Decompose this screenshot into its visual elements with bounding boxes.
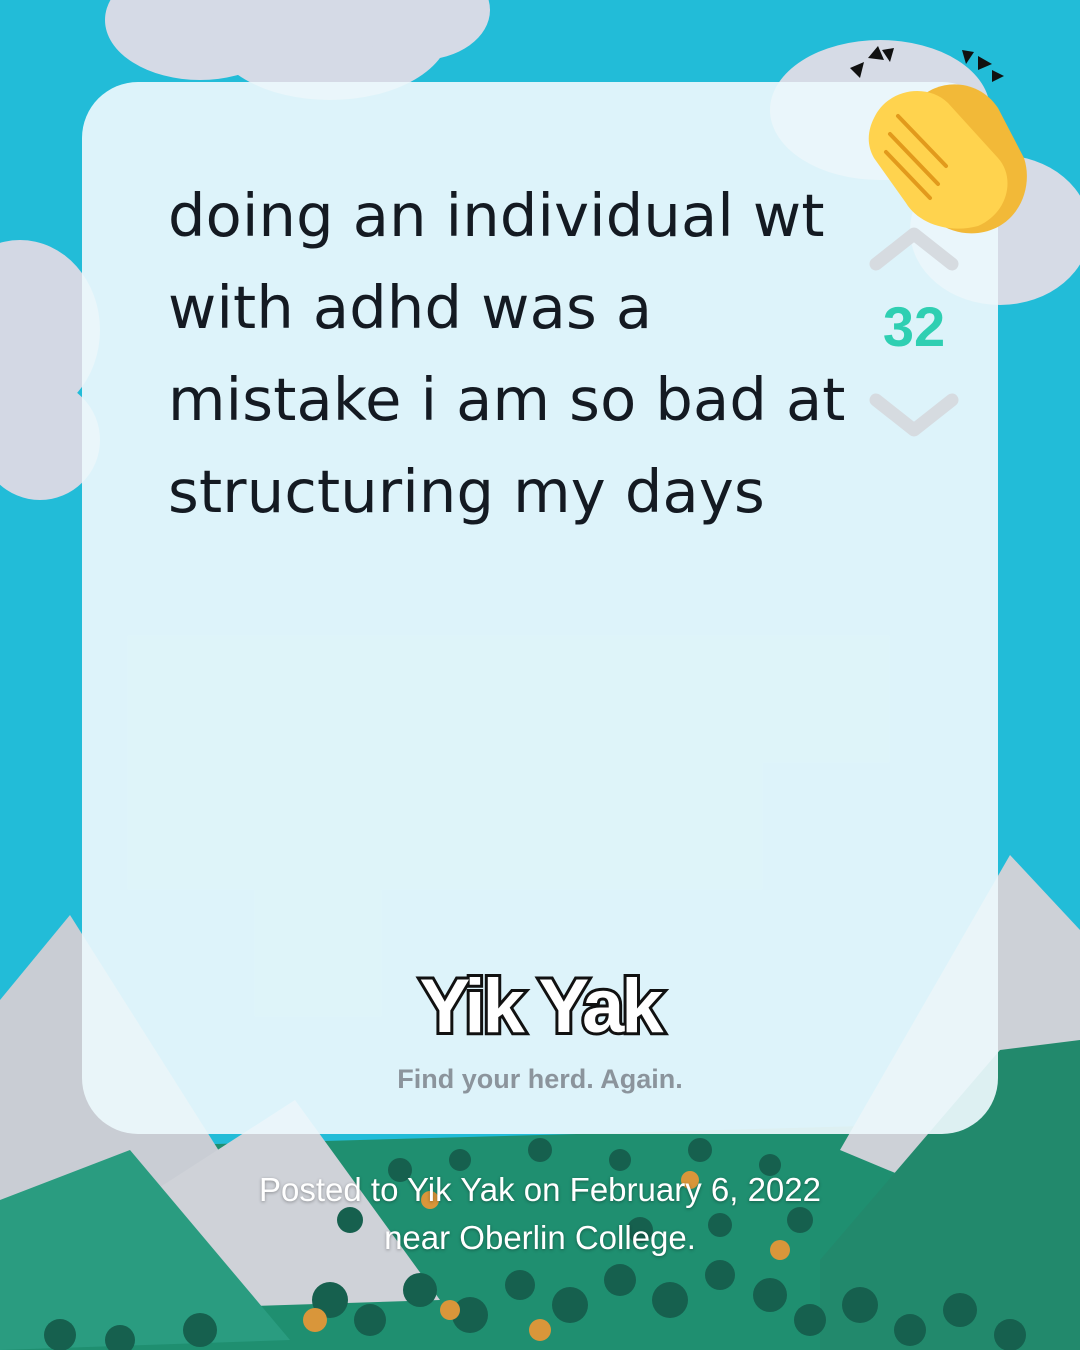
post-caption: Posted to Yik Yak on February 6, 2022 ne… xyxy=(259,1171,821,1256)
vote-count: 32 xyxy=(882,295,946,358)
yik-yak-logo: Yik Yak xyxy=(416,961,670,1052)
post-card: doing an individual wt with adhd was a m… xyxy=(82,82,998,1134)
clapping-hands-icon xyxy=(850,46,1027,234)
logo-text: Yik Yak xyxy=(419,964,664,1049)
post-text: doing an individual wt with adhd was a m… xyxy=(168,181,846,526)
tagline: Find your herd. Again. xyxy=(397,1064,683,1094)
vote-control: 32 xyxy=(864,222,964,442)
chevron-down-icon[interactable] xyxy=(864,382,964,442)
